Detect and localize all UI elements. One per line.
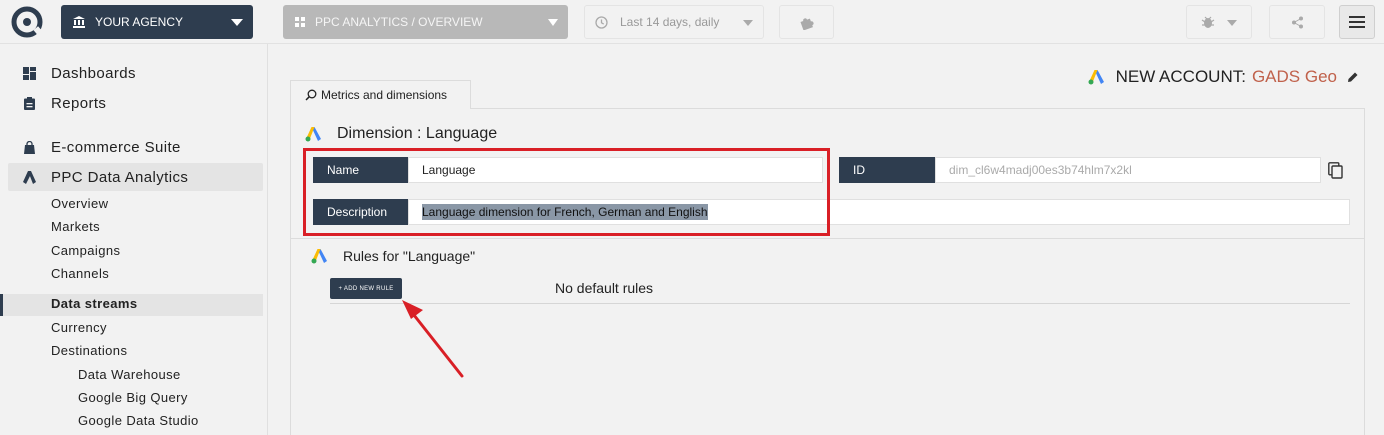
tab-label: Metrics and dimensions — [321, 88, 448, 102]
add-new-rule-button[interactable]: + ADD NEW RULE — [330, 278, 402, 299]
share-icon — [1291, 16, 1303, 28]
sidebar-item-label: PPC Data Analytics — [51, 168, 189, 186]
sidebar-subitem-google-data-studio[interactable]: Google Data Studio — [78, 413, 199, 428]
sidebar-subitem-currency[interactable]: Currency — [51, 320, 107, 335]
google-ads-icon — [22, 170, 36, 184]
bug-icon — [1201, 16, 1215, 28]
menu-line-icon — [1349, 26, 1365, 28]
project-selector[interactable]: PPC ANALYTICS / OVERVIEW — [283, 5, 568, 39]
chevron-down-icon — [548, 19, 558, 26]
sidebar: Dashboards Reports E-commerce Suite PPC … — [0, 44, 268, 435]
chevron-down-icon — [231, 19, 243, 26]
grid-icon — [295, 17, 305, 27]
sidebar-subitem-overview[interactable]: Overview — [51, 196, 108, 211]
bank-icon — [73, 16, 85, 28]
chevron-down-icon — [1227, 20, 1237, 26]
menu-line-icon — [1349, 16, 1365, 18]
rules-divider — [330, 303, 1350, 304]
chevron-down-icon — [743, 20, 753, 26]
sidebar-subitem-data-streams[interactable]: Data streams — [51, 296, 137, 311]
dimension-title-text: Dimension : Language — [337, 125, 498, 142]
sidebar-subitem-data-warehouse[interactable]: Data Warehouse — [78, 367, 181, 382]
date-range-selector[interactable]: Last 14 days, daily — [584, 5, 764, 39]
top-bar: YOUR AGENCY PPC ANALYTICS / OVERVIEW Las… — [0, 0, 1384, 44]
tab-metrics-and-dimensions[interactable]: Metrics and dimensions — [290, 80, 471, 109]
extensions-button[interactable] — [779, 5, 834, 39]
section-divider — [291, 238, 1364, 239]
debug-menu-button[interactable] — [1186, 5, 1252, 39]
share-button[interactable] — [1269, 5, 1325, 39]
project-label: PPC ANALYTICS / OVERVIEW — [315, 15, 483, 29]
search-icon — [305, 89, 317, 101]
account-prefix: NEW ACCOUNT: — [1115, 67, 1246, 86]
sidebar-subitem-channels[interactable]: Channels — [51, 266, 109, 281]
sidebar-subitem-campaigns[interactable]: Campaigns — [51, 243, 120, 258]
no-rules-text: No default rules — [555, 280, 654, 296]
sidebar-subitem-destinations[interactable]: Destinations — [51, 343, 127, 358]
copy-icon[interactable] — [1328, 162, 1343, 179]
red-arrow-annotation-icon — [402, 300, 464, 378]
dimension-title: Dimension : Language — [305, 125, 497, 143]
rules-title: Rules for "Language" — [311, 248, 475, 264]
sidebar-item-label: Reports — [51, 94, 107, 112]
sidebar-subitem-markets[interactable]: Markets — [51, 219, 100, 234]
shopping-bag-icon — [22, 140, 36, 154]
google-ads-logo-icon — [305, 126, 323, 142]
hamburger-menu-button[interactable] — [1339, 5, 1375, 39]
account-header: NEW ACCOUNT: GADS Geo — [1088, 67, 1358, 87]
clock-icon — [595, 15, 608, 29]
id-field-label: ID — [839, 157, 935, 183]
google-ads-logo-icon — [311, 248, 329, 264]
agency-selector[interactable]: YOUR AGENCY — [61, 5, 253, 39]
sidebar-item-ppc-data-analytics[interactable]: PPC Data Analytics — [8, 163, 263, 191]
sidebar-item-label: Dashboards — [51, 64, 136, 82]
app-logo-icon[interactable] — [10, 5, 44, 39]
rules-title-text: Rules for "Language" — [343, 248, 476, 264]
menu-line-icon — [1349, 21, 1365, 23]
agency-label: YOUR AGENCY — [95, 15, 184, 29]
id-input[interactable]: dim_cl6w4madj00es3b74hlm7x2kl — [935, 157, 1321, 183]
sidebar-item-label: E-commerce Suite — [51, 138, 181, 156]
dashboard-icon — [22, 66, 36, 80]
account-name: GADS Geo — [1251, 67, 1337, 86]
highlight-box — [303, 148, 830, 236]
pencil-icon[interactable] — [1347, 72, 1358, 83]
google-ads-logo-icon — [1088, 69, 1106, 85]
date-range-label: Last 14 days, daily — [620, 15, 720, 29]
puzzle-icon — [800, 17, 814, 30]
clipboard-icon — [22, 96, 36, 110]
sidebar-subitem-google-big-query[interactable]: Google Big Query — [78, 390, 188, 405]
